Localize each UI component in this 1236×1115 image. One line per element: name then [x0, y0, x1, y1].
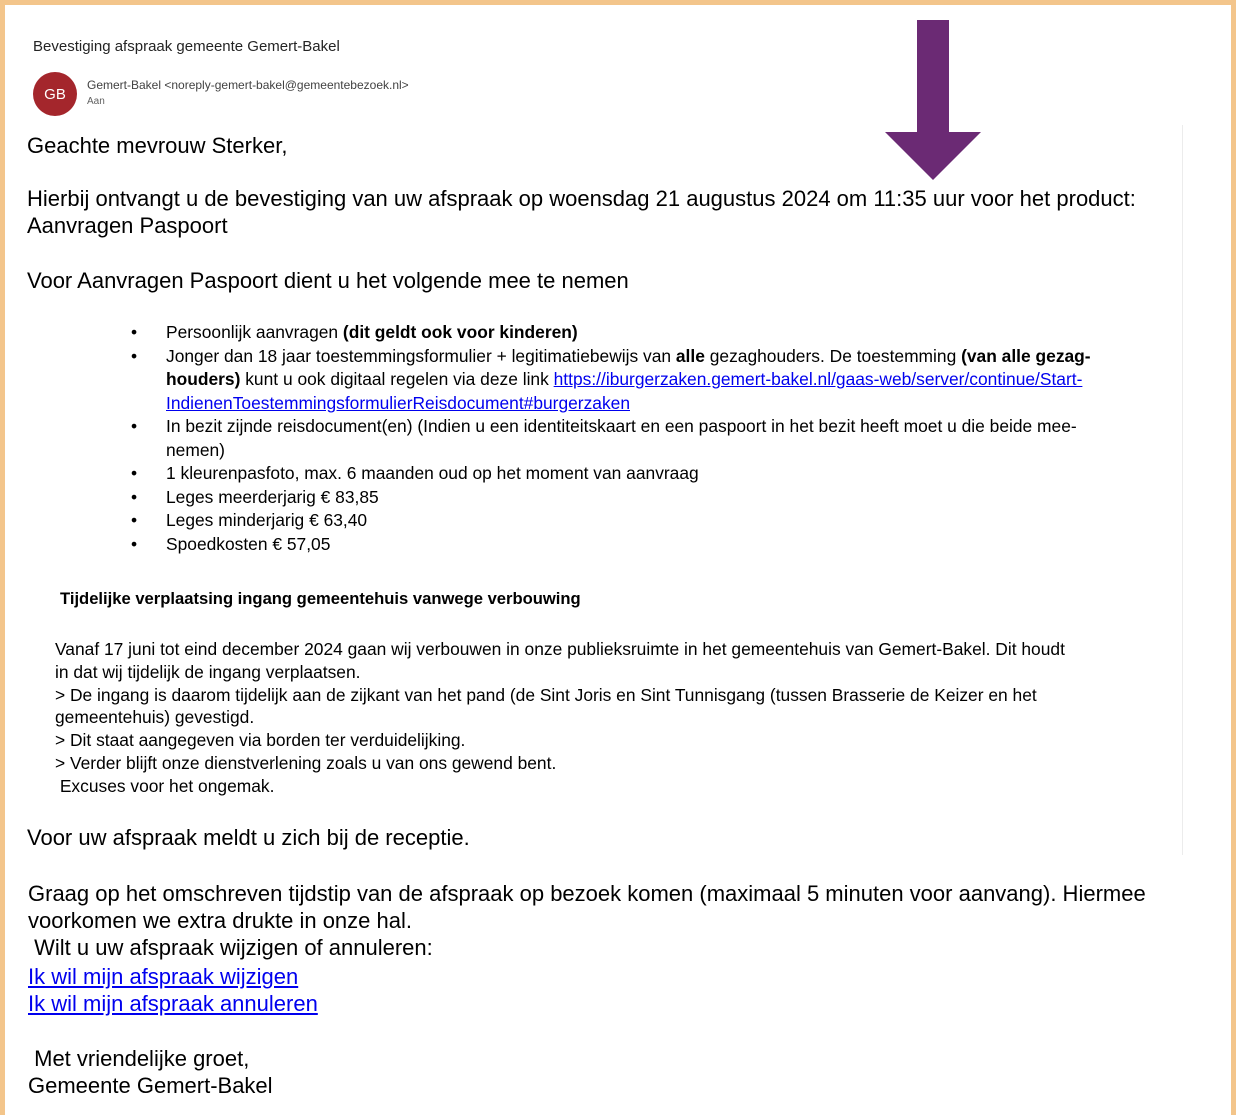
- cancel-appointment-link[interactable]: Ik wil mijn afspraak annuleren: [28, 990, 318, 1017]
- arrow-down-icon: [885, 20, 981, 180]
- email-window: Bevestiging afspraak gemeente Gemert-Bak…: [0, 0, 1236, 1115]
- notice-line: Excuses voor het ongemak.: [55, 775, 275, 796]
- list-item-text: gezaghouders. De toestemming: [704, 345, 962, 366]
- list-item: • Persoonlijk aanvragen (dit geldt ook v…: [131, 321, 1176, 345]
- bullet-icon: •: [131, 486, 138, 507]
- list-item: • Jonger dan 18 jaar toestemmingsformuli…: [131, 345, 1176, 416]
- list-item: • Leges minderjarig € 63,40: [131, 509, 1176, 533]
- punctuality-note: voorkomen we extra drukte in onze hal.: [28, 908, 412, 933]
- list-item-text: Persoonlijk aanvragen: [166, 322, 343, 342]
- list-item-bold: houders): [166, 369, 241, 389]
- requirements-list: • Persoonlijk aanvragen (dit geldt ook v…: [131, 321, 1176, 556]
- list-item-text: In bezit zijnde reisdocument(en) (Indien…: [166, 416, 1077, 436]
- list-item-text: 1 kleurenpasfoto, max. 6 maanden oud op …: [166, 463, 699, 483]
- notice-line: > De ingang is daarom tijdelijk aan de z…: [55, 684, 1037, 705]
- bullet-icon: •: [131, 510, 138, 530]
- bullet-icon: •: [131, 322, 138, 342]
- list-item-text: Spoedkosten € 57,05: [166, 533, 331, 554]
- product-name: Aanvragen Paspoort: [27, 213, 228, 238]
- notice-line: Vanaf 17 juni tot eind december 2024 gaa…: [55, 639, 1065, 659]
- list-item-bold: (dit geldt ook voor kinderen): [342, 322, 578, 342]
- regards: Met vriendelijke groet,: [28, 1046, 250, 1071]
- list-item-text: Jonger dan 18 jaar toestemmingsformulier…: [166, 345, 676, 366]
- list-item: • Spoedkosten € 57,05: [131, 533, 1176, 557]
- consent-form-link[interactable]: IndienenToestemmingsformulierReisdocumen…: [166, 393, 630, 413]
- list-item: • Leges meerderjarig € 83,85: [131, 486, 1176, 510]
- list-item: • In bezit zijnde reisdocument(en) (Indi…: [131, 415, 1176, 462]
- notice-title: Tijdelijke verplaatsing ingang gemeenteh…: [60, 589, 581, 608]
- bullet-icon: •: [131, 533, 138, 554]
- greeting: Geachte mevrouw Sterker,: [27, 133, 288, 158]
- avatar-initials: GB: [44, 85, 66, 103]
- notice-text: Vanaf 17 juni tot eind december 2024 gaa…: [55, 638, 1180, 798]
- notice-line: > Verder blijft onze dienstverlening zoa…: [55, 752, 557, 773]
- list-item: • 1 kleurenpasfoto, max. 6 maanden oud o…: [131, 462, 1176, 486]
- sender-address[interactable]: Gemert-Bakel <noreply-gemert-bakel@gemee…: [87, 78, 409, 92]
- list-item-bold: alle: [675, 345, 705, 366]
- bullet-icon: •: [131, 463, 138, 483]
- recipient-label: Aan: [87, 96, 105, 107]
- punctuality-note: Graag op het omschreven tijdstip van de …: [28, 881, 1146, 906]
- list-item-text: kunt u ook digitaal regelen via deze lin…: [240, 369, 554, 389]
- list-item-bold: (van alle gezag-: [961, 345, 1091, 366]
- list-item-text: Leges minderjarig € 63,40: [166, 510, 368, 530]
- consent-form-link[interactable]: https://iburgerzaken.gemert-bakel.nl/gaa…: [554, 369, 1083, 389]
- signature: Gemeente Gemert-Bakel: [28, 1073, 273, 1098]
- email-subject: Bevestiging afspraak gemeente Gemert-Bak…: [33, 38, 340, 55]
- bullet-icon: •: [131, 416, 138, 436]
- notice-line: in dat wij tijdelijk de ingang verplaats…: [55, 661, 361, 682]
- list-item-text: nemen): [166, 439, 225, 460]
- change-prompt: Wilt u uw afspraak wijzigen of annuleren…: [28, 935, 433, 960]
- sender-avatar[interactable]: GB: [33, 72, 77, 116]
- bring-intro: Voor Aanvragen Paspoort dient u het volg…: [27, 268, 629, 293]
- reception-note: Voor uw afspraak meldt u zich bij de rec…: [27, 825, 470, 850]
- bullet-icon: •: [131, 345, 138, 366]
- change-appointment-link[interactable]: Ik wil mijn afspraak wijzigen: [28, 963, 298, 990]
- notice-line: > Dit staat aangegeven via borden ter ve…: [55, 730, 466, 751]
- body-divider: [1182, 125, 1183, 855]
- list-item-text: Leges meerderjarig € 83,85: [166, 486, 379, 507]
- confirmation-line: Hierbij ontvangt u de bevestiging van uw…: [27, 186, 1136, 211]
- notice-line: gemeentehuis) gevestigd.: [55, 707, 255, 728]
